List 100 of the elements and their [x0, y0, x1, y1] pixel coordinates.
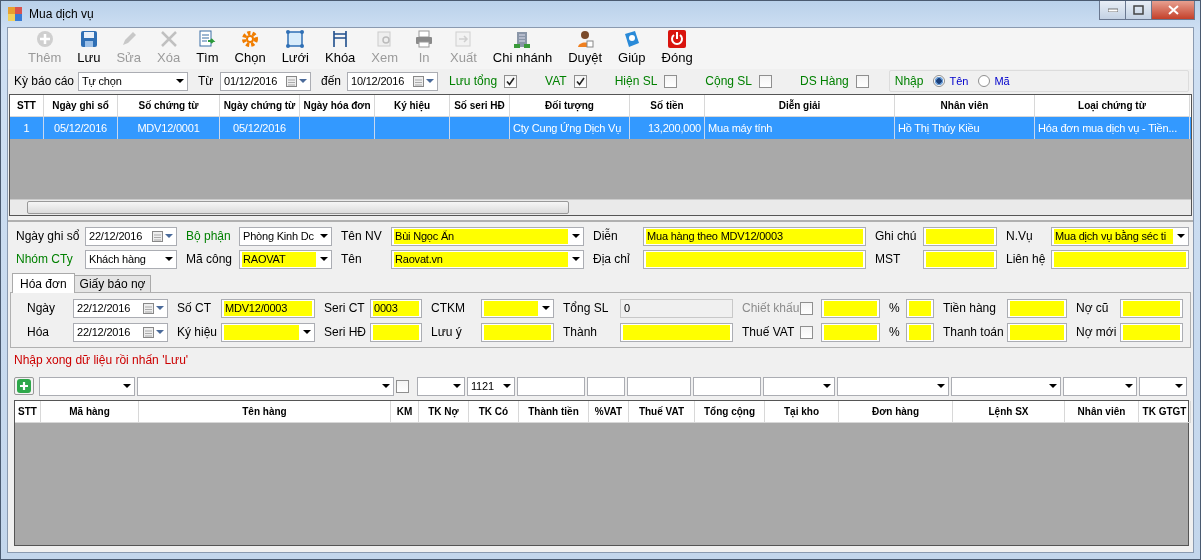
column-header[interactable]: Mã hàng — [41, 401, 139, 423]
checkbox[interactable] — [855, 74, 869, 88]
table-cell: Mua máy tính — [708, 122, 773, 134]
text-field[interactable] — [906, 322, 934, 342]
toolbar-button[interactable]: Lưu — [69, 29, 109, 69]
column-header[interactable]: TK GTGT — [1139, 401, 1191, 423]
checkbox[interactable] — [504, 74, 518, 88]
date-field[interactable]: 22/12/2016 — [73, 298, 168, 318]
column-header[interactable]: TK Có — [469, 401, 519, 423]
field-label: Thanh toán — [943, 325, 1005, 339]
column-header[interactable]: TK Nợ — [419, 401, 469, 423]
checkbox[interactable] — [800, 301, 813, 315]
field-label: Chiết khấu — [742, 301, 800, 315]
column-header[interactable]: KM — [391, 401, 419, 423]
combo-box[interactable] — [837, 376, 949, 396]
column-header[interactable]: Tổng cộng — [695, 401, 765, 423]
minimize-button[interactable] — [1099, 1, 1126, 20]
table-cell: Hóa đơn mua dịch vụ - Tiền... — [1038, 122, 1177, 134]
column-header[interactable]: STT — [15, 401, 41, 423]
date-field[interactable]: 22/12/2016 — [85, 226, 177, 246]
text-field[interactable] — [821, 298, 880, 318]
combo-box[interactable] — [417, 376, 465, 396]
toolbar-button[interactable]: Lưới — [273, 29, 317, 69]
horizontal-scrollbar[interactable] — [10, 199, 1191, 215]
tab[interactable]: Hóa đơn — [12, 273, 75, 293]
combo-box[interactable]: Bùi Ngọc Ẩn — [391, 226, 584, 246]
combo-box[interactable] — [39, 376, 135, 396]
toolbar-button[interactable]: Chọn — [226, 29, 274, 69]
combo-box[interactable]: Khách hàng — [85, 249, 177, 269]
scrollbar-thumb[interactable] — [27, 201, 569, 214]
text-field[interactable]: 0003 — [370, 298, 422, 318]
combo-box[interactable] — [137, 376, 394, 396]
text-field[interactable]: MDV12/0003 — [221, 298, 315, 318]
text-field[interactable] — [923, 249, 997, 269]
date-field[interactable]: 10/12/2016 — [347, 71, 438, 91]
checkbox[interactable] — [573, 74, 587, 88]
toolbar-button[interactable]: Đóng — [653, 29, 701, 69]
toolbar-button[interactable]: Tìm — [188, 29, 227, 69]
caret-icon — [1177, 234, 1185, 238]
caret-icon — [426, 79, 434, 83]
checkbox-label: Hiện SL — [614, 74, 658, 88]
field-label: % — [889, 301, 901, 315]
column-header[interactable]: Đơn hàng — [839, 401, 953, 423]
date-field[interactable]: 01/12/2016 — [220, 71, 311, 91]
column-header[interactable]: Thuế VAT — [629, 401, 695, 423]
checkbox[interactable] — [800, 325, 813, 339]
add-button[interactable] — [14, 377, 34, 395]
combo-box[interactable] — [763, 376, 835, 396]
combo-box[interactable] — [221, 322, 315, 342]
text-field[interactable] — [821, 322, 880, 342]
close-button[interactable] — [1151, 1, 1195, 20]
text-field[interactable]: Mua hàng theo MDV12/0003 — [643, 226, 866, 246]
text-field[interactable] — [1007, 322, 1067, 342]
column-header[interactable]: Tại kho — [765, 401, 839, 423]
text-field[interactable] — [481, 322, 554, 342]
text-field[interactable] — [627, 376, 691, 396]
toolbar-button[interactable]: Giúp — [610, 29, 654, 69]
combo-box[interactable]: RAOVAT — [239, 249, 332, 269]
combo-box[interactable] — [481, 298, 554, 318]
tab[interactable]: Giấy báo nợ — [73, 275, 152, 292]
text-field[interactable] — [1051, 249, 1189, 269]
checkbox[interactable] — [664, 74, 678, 88]
text-field[interactable] — [1120, 322, 1183, 342]
combo-box[interactable] — [951, 376, 1061, 396]
text-field[interactable] — [370, 322, 422, 342]
text-field[interactable] — [906, 298, 934, 318]
text-field[interactable] — [1007, 298, 1067, 318]
combo-box[interactable]: Tự chọn — [78, 71, 188, 91]
field-label: Mã công — [186, 252, 234, 266]
checkbox[interactable] — [396, 379, 409, 393]
column-header[interactable]: %VAT — [589, 401, 629, 423]
combo-box[interactable] — [1063, 376, 1137, 396]
column-header[interactable]: Nhân viên — [1065, 401, 1139, 423]
text-field[interactable] — [1120, 298, 1183, 318]
field-label: đến — [321, 74, 343, 88]
toolbar-button[interactable]: Chi nhánh — [484, 29, 561, 69]
column-header[interactable]: Thành tiền — [519, 401, 589, 423]
radio-button[interactable] — [978, 75, 991, 87]
text-field[interactable] — [620, 322, 733, 342]
date-field[interactable]: 22/12/2016 — [73, 322, 168, 342]
toolbar-button[interactable]: Duyệt — [560, 29, 611, 69]
caret-icon — [1125, 384, 1133, 388]
combo-box[interactable]: Phòng Kinh Dc — [239, 226, 332, 246]
checkbox[interactable] — [759, 74, 773, 88]
combo-box[interactable]: 1121 — [467, 376, 515, 396]
text-field[interactable]: 0 — [620, 298, 733, 318]
text-field[interactable] — [643, 249, 866, 269]
text-field[interactable] — [587, 376, 625, 396]
combo-box[interactable]: Mua dịch vụ bằng séc ti — [1051, 226, 1189, 246]
text-field[interactable] — [923, 226, 997, 246]
column-header[interactable]: Lệnh SX — [953, 401, 1065, 423]
column-header[interactable]: Tên hàng — [139, 401, 391, 423]
text-field[interactable] — [693, 376, 761, 396]
combo-box[interactable]: Raovat.vn — [391, 249, 584, 269]
toolbar-button[interactable]: Khóa — [317, 29, 364, 69]
caret-icon — [165, 257, 173, 261]
radio-button[interactable] — [933, 75, 946, 87]
combo-box[interactable] — [1139, 376, 1187, 396]
maximize-button[interactable] — [1125, 1, 1152, 20]
text-field[interactable] — [517, 376, 585, 396]
